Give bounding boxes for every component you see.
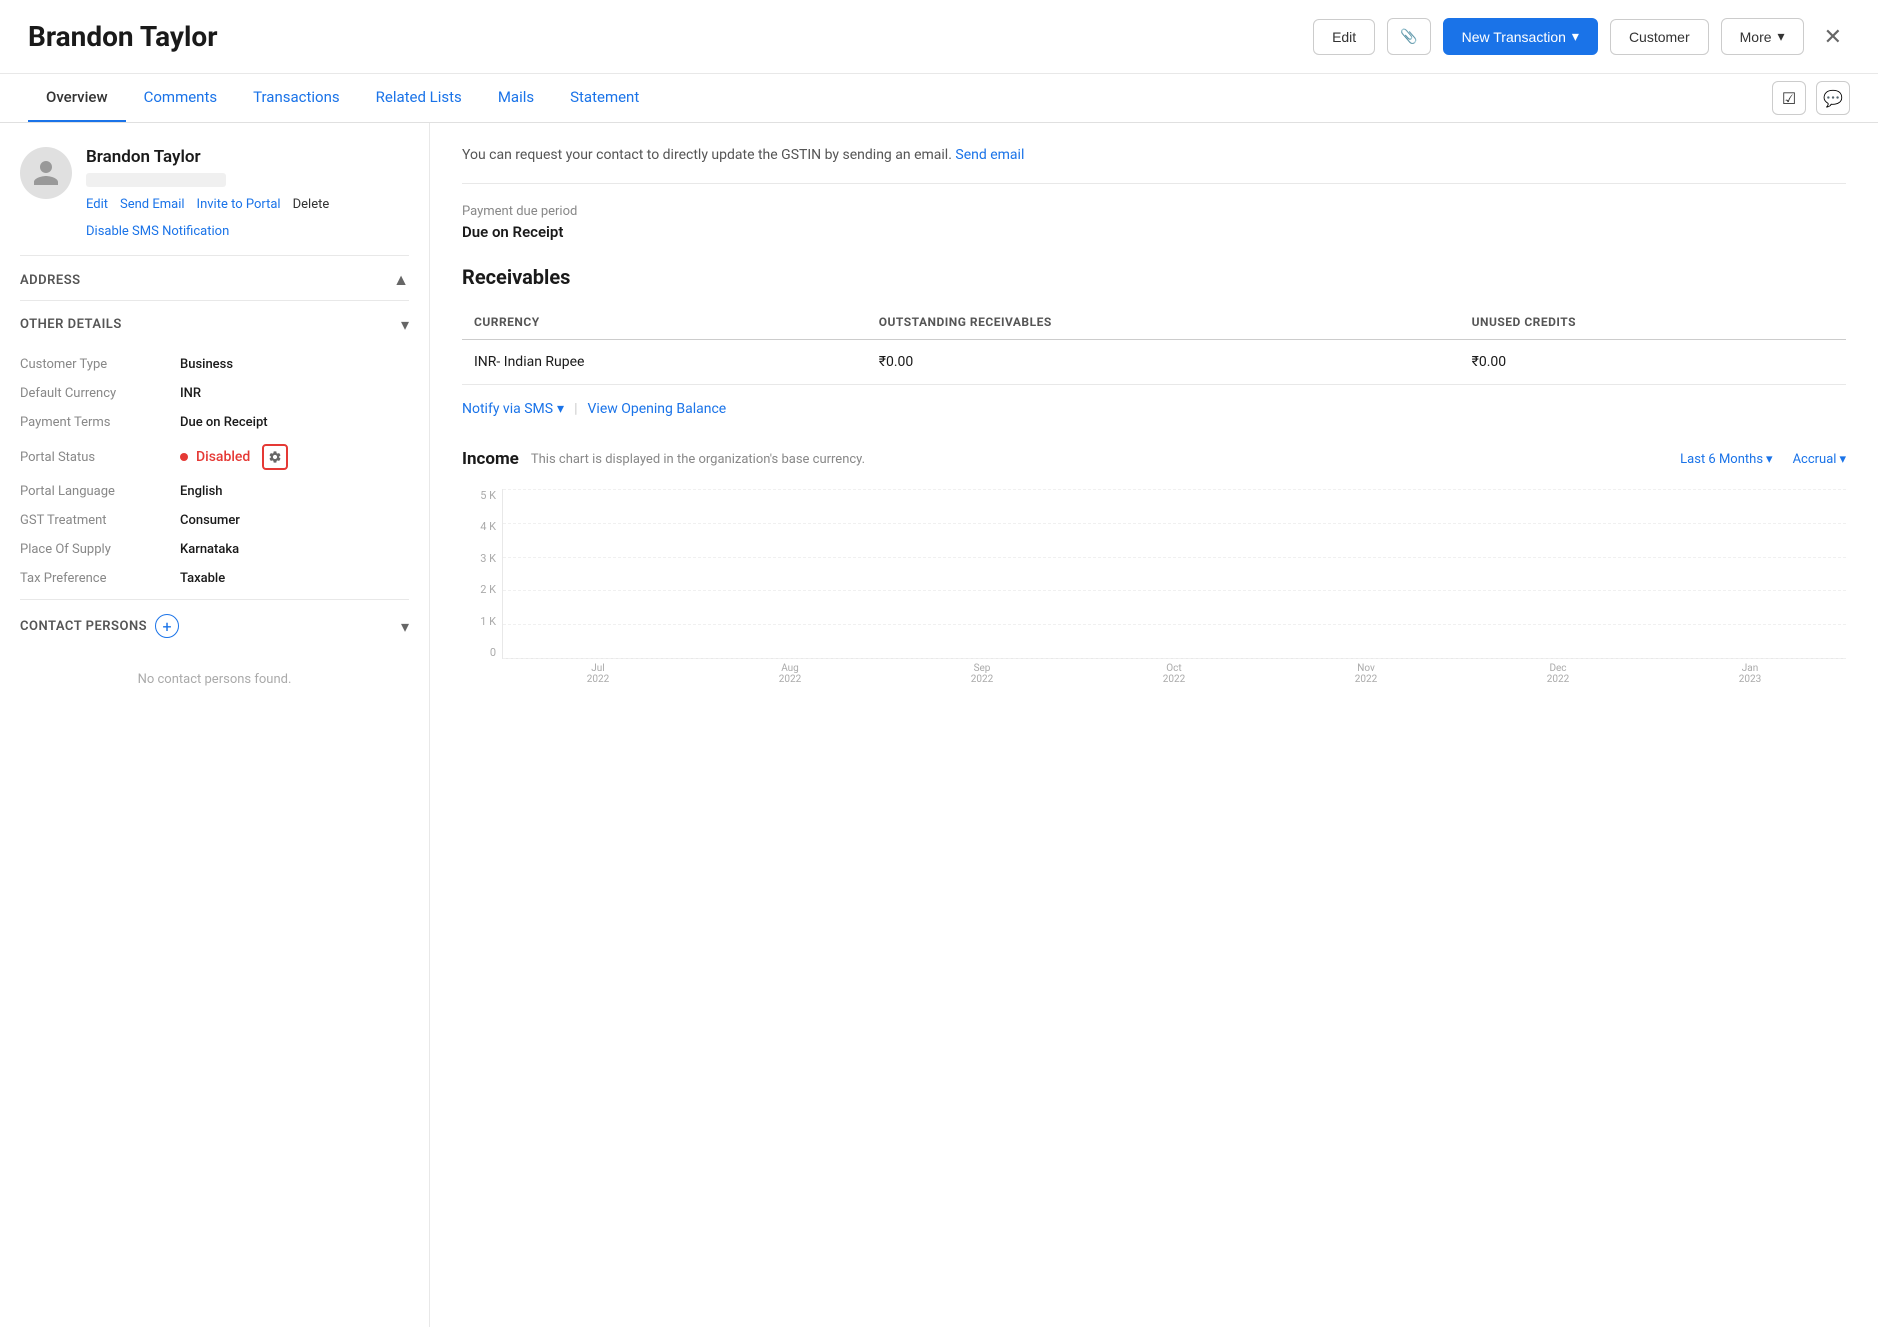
contact-persons-left: CONTACT PERSONS + — [20, 614, 179, 638]
profile-actions: Edit Send Email Invite to Portal Delete … — [86, 197, 409, 239]
chart-y-axis: 5 K 4 K 3 K 2 K 1 K 0 — [462, 489, 502, 659]
chevron-down-icon: ▾ — [1839, 452, 1846, 467]
chevron-down-icon: ▾ — [1572, 28, 1579, 45]
tabs-bar: Overview Comments Transactions Related L… — [0, 74, 1878, 123]
chevron-down-icon: ▾ — [1778, 28, 1785, 45]
detail-row-portal-language: Portal Language English — [20, 477, 409, 506]
gear-icon — [268, 450, 282, 464]
portal-status-value: Disabled — [196, 449, 250, 465]
portal-settings-button[interactable] — [262, 444, 288, 470]
contact-name: Brandon Taylor — [86, 147, 409, 167]
chevron-down-icon: ▾ — [1766, 452, 1773, 467]
detail-row-portal-status: Portal Status Disabled — [20, 437, 409, 477]
tab-mails[interactable]: Mails — [480, 74, 552, 122]
page-title: Brandon Taylor — [28, 20, 1301, 53]
tab-overview[interactable]: Overview — [28, 74, 126, 122]
avatar — [20, 147, 72, 199]
detail-row-currency: Default Currency INR — [20, 379, 409, 408]
header: Brandon Taylor Edit 📎 New Transaction ▾ … — [0, 0, 1878, 74]
edit-button[interactable]: Edit — [1313, 19, 1375, 55]
checklist-icon-button[interactable]: ☑ — [1772, 81, 1806, 115]
profile-section: Brandon Taylor Edit Send Email Invite to… — [20, 147, 409, 239]
income-section: Income This chart is displayed in the or… — [462, 449, 1846, 689]
main-content: Brandon Taylor Edit Send Email Invite to… — [0, 123, 1878, 1327]
other-details-table: Customer Type Business Default Currency … — [20, 344, 409, 599]
no-contact-message: No contact persons found. — [20, 648, 409, 711]
profile-send-email-link[interactable]: Send Email — [120, 197, 185, 212]
profile-invite-portal-link[interactable]: Invite to Portal — [197, 197, 281, 212]
profile-id-placeholder — [86, 173, 226, 187]
detail-row-payment-terms: Payment Terms Due on Receipt — [20, 408, 409, 437]
chevron-down-icon-contacts: ▾ — [401, 617, 409, 636]
col-outstanding: OUTSTANDING RECEIVABLES — [867, 305, 1460, 340]
detail-row-customer-type: Customer Type Business — [20, 350, 409, 379]
new-transaction-button[interactable]: New Transaction ▾ — [1443, 18, 1598, 55]
chevron-down-icon: ▾ — [557, 401, 564, 417]
tab-comments[interactable]: Comments — [126, 74, 236, 122]
income-period-dropdown[interactable]: Last 6 Months ▾ — [1680, 452, 1772, 467]
cell-outstanding: ₹0.00 — [867, 340, 1460, 385]
customer-button[interactable]: Customer — [1610, 19, 1709, 55]
address-section-header[interactable]: ADDRESS ▲ — [20, 255, 409, 300]
detail-row-tax-preference: Tax Preference Taxable — [20, 564, 409, 593]
income-chart: 5 K 4 K 3 K 2 K 1 K 0 — [462, 489, 1846, 689]
chart-plot-area — [502, 489, 1846, 659]
tab-transactions[interactable]: Transactions — [235, 74, 358, 122]
view-opening-balance-link[interactable]: View Opening Balance — [588, 401, 727, 417]
send-email-link[interactable]: Send email — [955, 147, 1024, 163]
user-icon — [31, 158, 61, 188]
profile-info: Brandon Taylor Edit Send Email Invite to… — [86, 147, 409, 239]
portal-status: Disabled — [180, 444, 288, 470]
sidebar: Brandon Taylor Edit Send Email Invite to… — [0, 123, 430, 1327]
gstin-notice: You can request your contact to directly… — [462, 147, 1846, 184]
cell-unused: ₹0.00 — [1460, 340, 1846, 385]
profile-edit-link[interactable]: Edit — [86, 197, 108, 212]
col-currency: CURRENCY — [462, 305, 867, 340]
chart-x-axis: Jul2022 Aug2022 Sep2022 Oct2022 Nov2022 … — [502, 659, 1846, 689]
tab-statement[interactable]: Statement — [552, 74, 657, 122]
other-details-section-header[interactable]: OTHER DETAILS ▾ — [20, 300, 409, 344]
receivables-table: CURRENCY OUTSTANDING RECEIVABLES UNUSED … — [462, 305, 1846, 385]
income-header: Income This chart is displayed in the or… — [462, 449, 1846, 469]
chat-icon-button[interactable]: 💬 — [1816, 81, 1850, 115]
profile-disable-sms-link[interactable]: Disable SMS Notification — [86, 224, 229, 239]
detail-row-gst-treatment: GST Treatment Consumer — [20, 506, 409, 535]
detail-row-place-of-supply: Place Of Supply Karnataka — [20, 535, 409, 564]
close-button[interactable]: ✕ — [1816, 20, 1850, 54]
tabs-right-actions: ☑ 💬 — [1772, 81, 1850, 115]
cell-currency: INR- Indian Rupee — [462, 340, 867, 385]
paperclip-button[interactable]: 📎 — [1387, 18, 1430, 55]
table-row: INR- Indian Rupee ₹0.00 ₹0.00 — [462, 340, 1846, 385]
receivables-section: Receivables CURRENCY OUTSTANDING RECEIVA… — [462, 265, 1846, 417]
profile-delete-link[interactable]: Delete — [293, 197, 330, 212]
status-dot — [180, 453, 188, 461]
contact-persons-section-header: CONTACT PERSONS + ▾ — [20, 599, 409, 648]
income-type-dropdown[interactable]: Accrual ▾ — [1793, 452, 1846, 467]
add-contact-button[interactable]: + — [155, 614, 179, 638]
chevron-up-icon: ▲ — [393, 270, 409, 290]
payment-due-section: Payment due period Due on Receipt — [462, 204, 1846, 241]
tab-related-lists[interactable]: Related Lists — [358, 74, 480, 122]
receivables-actions: Notify via SMS ▾ | View Opening Balance — [462, 401, 1846, 417]
notify-sms-button[interactable]: Notify via SMS ▾ — [462, 401, 564, 417]
right-content: You can request your contact to directly… — [430, 123, 1878, 1327]
chevron-down-icon: ▾ — [401, 315, 409, 334]
paperclip-icon: 📎 — [1400, 28, 1417, 45]
income-controls: Last 6 Months ▾ Accrual ▾ — [1680, 452, 1846, 467]
more-button[interactable]: More ▾ — [1721, 18, 1804, 55]
col-unused: UNUSED CREDITS — [1460, 305, 1846, 340]
chart-gridlines — [503, 489, 1846, 658]
page-container: Brandon Taylor Edit 📎 New Transaction ▾ … — [0, 0, 1878, 1327]
